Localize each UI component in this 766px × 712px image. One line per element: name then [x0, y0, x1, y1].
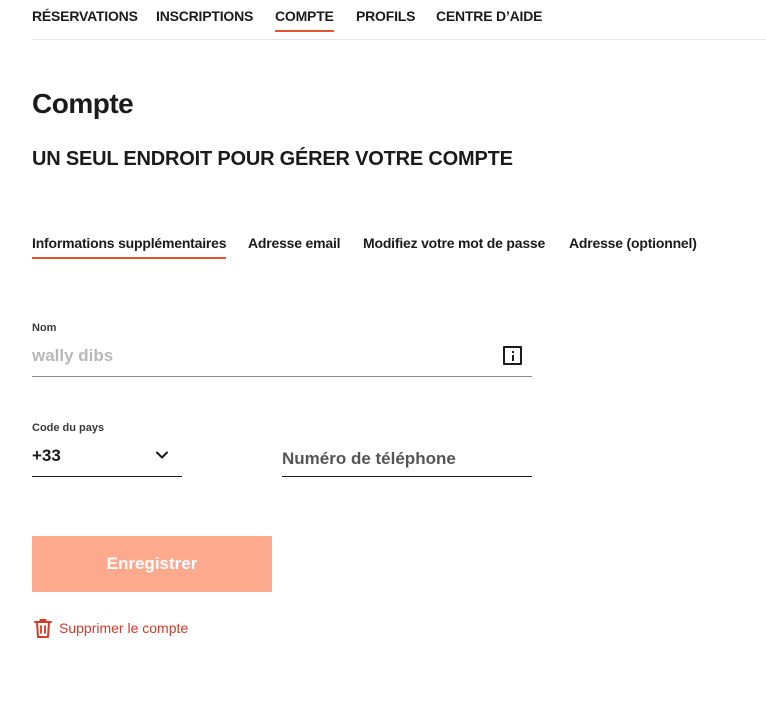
country-code-label: Code du pays: [32, 422, 105, 434]
phone-field: [282, 440, 532, 477]
nav-inscriptions[interactable]: INSCRIPTIONS: [156, 8, 253, 24]
name-label: Nom: [32, 322, 57, 334]
name-field: [32, 338, 532, 377]
top-navigation: RÉSERVATIONS INSCRIPTIONS COMPTE PROFILS…: [32, 0, 766, 40]
info-icon[interactable]: [503, 346, 522, 365]
delete-account-label: Supprimer le compte: [59, 620, 189, 636]
tab-adresse-email[interactable]: Adresse email: [248, 235, 341, 251]
tab-adresse[interactable]: Adresse (optionnel): [569, 235, 697, 251]
nav-compte[interactable]: COMPTE: [275, 8, 334, 32]
tab-informations-supplementaires[interactable]: Informations supplémentaires: [32, 235, 227, 259]
nav-centre-aide[interactable]: CENTRE D’AIDE: [436, 8, 542, 24]
nav-reservations[interactable]: RÉSERVATIONS: [32, 8, 138, 24]
page-title: Compte: [32, 88, 134, 119]
phone-input[interactable]: [282, 446, 522, 472]
save-button[interactable]: Enregistrer: [32, 536, 272, 592]
country-code-value: +33: [32, 446, 61, 465]
page-subtitle: UN SEUL ENDROIT POUR GÉRER VOTRE COMPTE: [32, 148, 513, 170]
nav-profils[interactable]: PROFILS: [356, 8, 415, 24]
chevron-down-icon: [156, 451, 168, 459]
country-code-select[interactable]: +33: [32, 440, 182, 477]
trash-icon: [34, 619, 52, 638]
delete-account-link[interactable]: Supprimer le compte: [32, 617, 188, 639]
tab-mot-de-passe[interactable]: Modifiez votre mot de passe: [363, 235, 545, 251]
name-input[interactable]: [32, 342, 492, 370]
